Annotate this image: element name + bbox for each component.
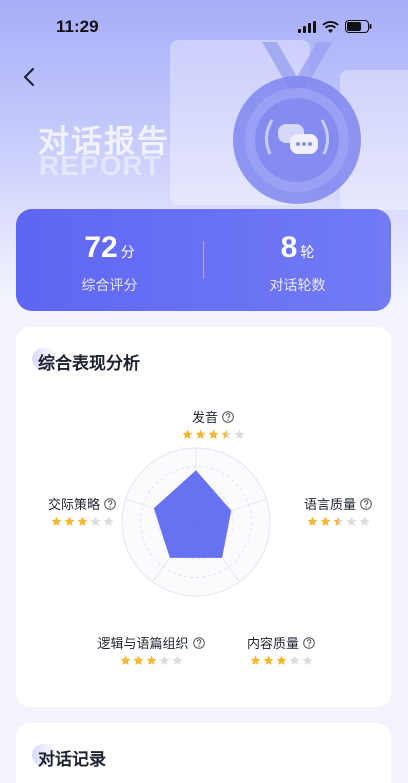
star-icon: [307, 516, 317, 526]
battery-icon: [345, 20, 372, 33]
wifi-icon: [322, 20, 339, 33]
dimension-label-row: 发音: [192, 407, 234, 426]
score-number: 72: [84, 231, 118, 264]
dimension-communication-strategy: 交际策略: [32, 494, 132, 527]
dimension-content-quality: 内容质量: [231, 633, 331, 666]
chevron-left-icon: [23, 67, 35, 87]
dimension-label: 发音: [191, 411, 218, 426]
star-icon: [346, 516, 356, 526]
star-rating: [86, 655, 216, 666]
performance-analysis-card: 综合表现分析 发音 语言质量 内容质量 逻辑与语篇组织 交际策略: [16, 327, 391, 707]
score-label: 综合评分: [81, 278, 138, 294]
dimension-logic-organization: 逻辑与语篇组织: [86, 633, 216, 666]
dimension-pronunciation: 发音: [168, 407, 258, 440]
star-rating: [32, 516, 132, 527]
dimension-label-row: 逻辑与语篇组织: [97, 633, 205, 652]
overall-score: 72 分 综合评分: [16, 209, 203, 311]
rounds-number: 8: [280, 231, 298, 264]
star-rating: [231, 655, 331, 666]
star-icon: [221, 429, 231, 439]
star-icon: [359, 516, 369, 526]
star-icon: [320, 516, 330, 526]
star-icon: [195, 429, 205, 439]
help-icon[interactable]: [222, 410, 234, 423]
dialogue-rounds: 8轮 对话轮数: [204, 209, 391, 311]
star-icon: [333, 516, 343, 526]
help-icon[interactable]: [360, 497, 372, 510]
score-unit: 分: [120, 245, 135, 261]
medal-chat-icon: [233, 42, 361, 204]
star-rating: [288, 516, 388, 527]
star-icon: [146, 655, 156, 665]
dimension-label-row: 语言质量: [304, 494, 372, 513]
dimension-label: 内容质量: [246, 637, 299, 652]
star-icon: [302, 655, 312, 665]
radar-chart: [121, 447, 271, 597]
star-rating: [168, 429, 258, 440]
status-icons: [298, 20, 372, 33]
dimension-label-row: 交际策略: [48, 494, 116, 513]
dimension-label: 交际策略: [47, 498, 100, 513]
star-icon: [208, 429, 218, 439]
page-subtitle: REPORT: [39, 150, 162, 181]
star-icon: [263, 655, 273, 665]
help-icon[interactable]: [104, 497, 116, 510]
rounds-value: 8轮: [204, 231, 391, 265]
help-icon[interactable]: [303, 636, 315, 649]
dimension-label: 逻辑与语篇组织: [97, 637, 189, 652]
dimension-label: 语言质量: [303, 498, 356, 513]
overall-score-value: 72 分: [16, 231, 203, 265]
help-icon[interactable]: [192, 636, 205, 649]
dialogue-records-card: 对话记录: [16, 723, 391, 783]
star-icon: [120, 655, 130, 665]
star-icon: [276, 655, 286, 665]
back-button[interactable]: [16, 64, 42, 90]
star-icon: [289, 655, 299, 665]
star-icon: [103, 516, 113, 526]
star-icon: [133, 655, 143, 665]
star-icon: [90, 516, 100, 526]
signal-icon: [298, 20, 316, 33]
dimension-label-row: 内容质量: [247, 633, 315, 652]
star-icon: [250, 655, 260, 665]
score-summary-card: 72 分 综合评分 8轮 对话轮数: [16, 209, 391, 311]
status-bar: 11:29: [0, 0, 408, 54]
star-icon: [159, 655, 169, 665]
dimension-language-quality: 语言质量: [288, 494, 388, 527]
rounds-unit: 轮: [300, 245, 315, 261]
star-icon: [51, 516, 61, 526]
records-title: 对话记录: [38, 750, 106, 770]
star-icon: [77, 516, 87, 526]
star-icon: [64, 516, 74, 526]
status-time: 11:29: [56, 17, 99, 36]
section-title: 综合表现分析: [38, 354, 140, 374]
rounds-label: 对话轮数: [269, 278, 326, 294]
star-icon: [172, 655, 182, 665]
star-icon: [182, 429, 192, 439]
star-icon: [234, 429, 244, 439]
